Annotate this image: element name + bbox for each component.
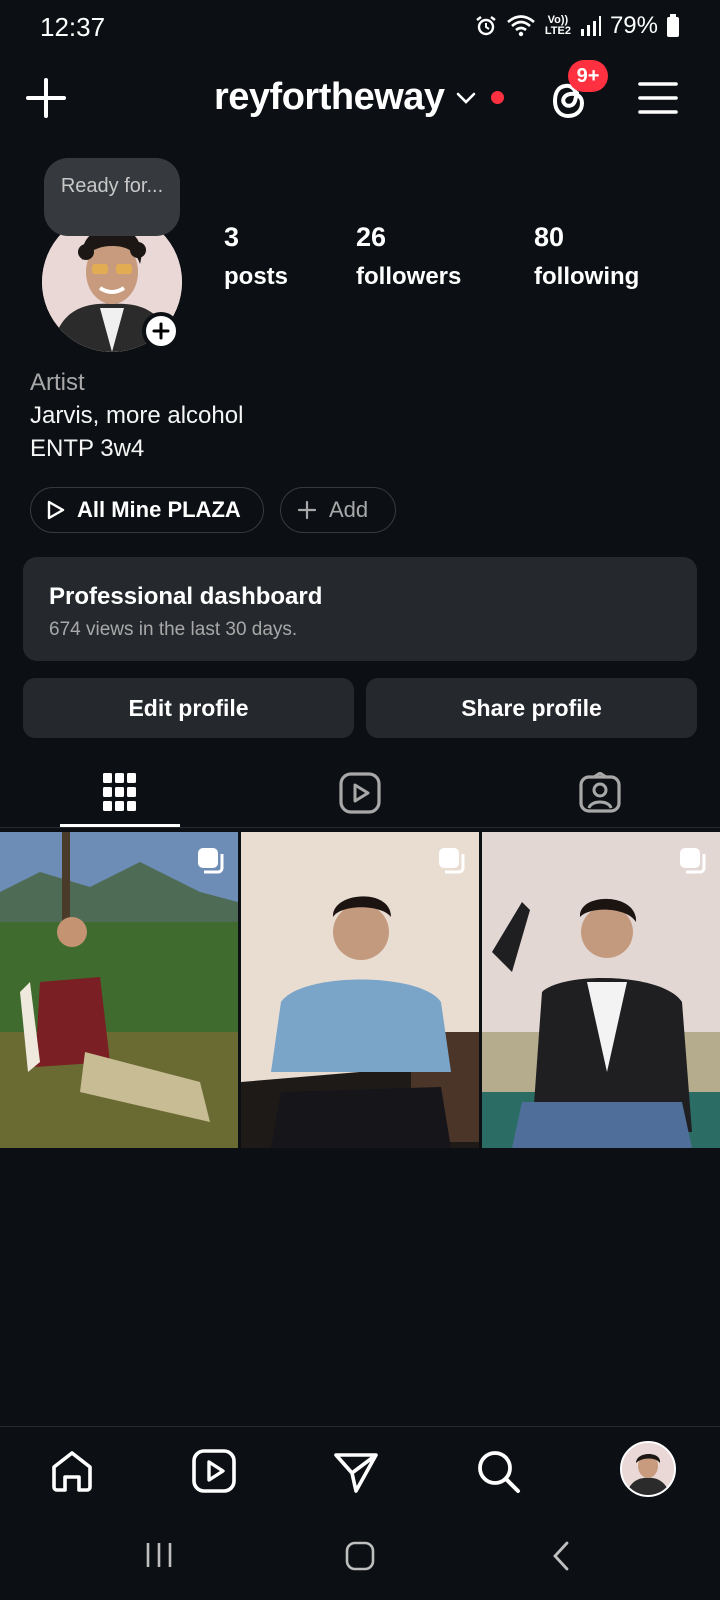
reels-icon <box>339 772 381 814</box>
battery-percent: 79% <box>609 12 658 39</box>
play-outline-icon <box>47 500 65 520</box>
music-chip-label: All Mine PLAZA <box>77 497 241 522</box>
home-icon[interactable] <box>48 1447 96 1495</box>
tab-reels[interactable] <box>240 758 480 828</box>
notification-badge: 9+ <box>568 60 608 92</box>
reels-icon[interactable] <box>190 1447 238 1495</box>
system-navigation <box>0 1512 720 1600</box>
post-thumbnail[interactable] <box>0 832 238 1148</box>
status-bar: 12:37 Vo)) LTE2 79% <box>0 0 720 56</box>
plus-icon <box>297 500 317 520</box>
unread-dot <box>490 91 504 104</box>
network-type: Vo)) LTE2 <box>544 14 571 37</box>
post-thumbnail[interactable] <box>482 832 720 1148</box>
stat-label: posts <box>224 263 289 290</box>
post-thumbnail[interactable] <box>241 832 479 1148</box>
create-plus-icon[interactable] <box>24 76 68 120</box>
profile-top-bar: reyfortheway 9+ <box>0 60 720 134</box>
bio-line: Jarvis, more alcohol <box>30 402 244 429</box>
tagged-icon <box>579 772 621 813</box>
carousel-icon <box>439 848 465 874</box>
status-time: 12:37 <box>40 12 106 42</box>
home-button-icon[interactable] <box>344 1540 376 1572</box>
battery-icon <box>667 14 679 37</box>
stat-label: followers <box>356 263 462 290</box>
stat-posts[interactable]: 3 posts <box>224 222 288 291</box>
note-bubble[interactable]: Ready for... <box>44 158 180 236</box>
divider <box>0 827 720 828</box>
add-story-button[interactable] <box>142 312 180 350</box>
stat-label: following <box>534 263 640 290</box>
profile-nav-avatar[interactable] <box>620 1441 676 1497</box>
username: reyfortheway <box>214 76 445 118</box>
bottom-navigation <box>0 1426 720 1512</box>
stat-followers[interactable]: 26 followers <box>356 222 461 291</box>
hamburger-menu-icon[interactable] <box>636 76 680 120</box>
stat-following[interactable]: 80 following <box>534 222 639 291</box>
signal-icon <box>580 16 601 36</box>
alarm-icon <box>476 16 496 36</box>
add-chip-label: Add <box>329 497 369 522</box>
edit-profile-button[interactable]: Edit profile <box>23 678 354 738</box>
account-switcher[interactable]: reyfortheway <box>214 76 504 119</box>
add-link-chip[interactable]: Add <box>280 487 396 533</box>
stat-count: 3 <box>224 222 240 252</box>
tab-grid[interactable] <box>0 758 240 828</box>
bio-line: ENTP 3w4 <box>30 435 145 462</box>
back-icon[interactable] <box>550 1540 572 1572</box>
posts-grid <box>0 832 720 1148</box>
wifi-icon <box>507 15 535 37</box>
chevron-down-icon <box>456 92 475 104</box>
recents-icon[interactable] <box>144 1540 174 1570</box>
status-icons: Vo)) LTE2 79% <box>474 12 680 40</box>
carousel-icon <box>680 848 706 874</box>
tab-tagged[interactable] <box>480 758 720 828</box>
bio-category: Artist <box>30 369 85 396</box>
share-profile-button[interactable]: Share profile <box>366 678 697 738</box>
stat-count: 26 <box>356 222 387 252</box>
professional-dashboard[interactable]: Professional dashboard 674 views in the … <box>23 557 697 661</box>
carousel-icon <box>198 848 224 874</box>
send-icon[interactable] <box>332 1447 380 1495</box>
plus-icon <box>152 322 170 340</box>
search-icon[interactable] <box>474 1447 522 1495</box>
stat-count: 80 <box>534 222 565 252</box>
grid-icon <box>103 773 136 811</box>
music-chip[interactable]: All Mine PLAZA <box>30 487 264 533</box>
profile-bio: Artist Jarvis, more alcohol ENTP 3w4 <box>30 366 243 465</box>
dashboard-title: Professional dashboard <box>49 583 323 610</box>
dashboard-subtitle: 674 views in the last 30 days. <box>49 619 298 640</box>
